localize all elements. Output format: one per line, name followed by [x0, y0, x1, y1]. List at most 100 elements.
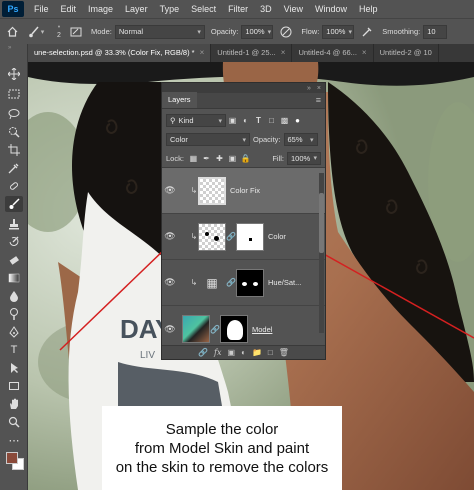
brush-panel-icon[interactable] — [69, 25, 83, 39]
mask-link-icon[interactable]: 🔗 — [226, 278, 236, 287]
quick-selection-tool-icon[interactable] — [5, 124, 23, 140]
lock-all-icon[interactable]: 🔒 — [239, 152, 252, 165]
eraser-tool-icon[interactable] — [5, 252, 23, 268]
healing-brush-tool-icon[interactable] — [5, 178, 23, 194]
new-group-icon[interactable]: 📁 — [252, 348, 262, 357]
airbrush-icon[interactable] — [360, 25, 374, 39]
opacity-field[interactable]: 100% — [241, 24, 274, 39]
filter-kind-dropdown[interactable]: ⚲ Kind — [166, 114, 226, 127]
flow-field[interactable]: 100% — [322, 24, 355, 39]
layer-hue-saturation[interactable]: 👁 ↳ ▦ 🔗 Hue/Sat... — [162, 260, 325, 306]
filter-toggle-icon[interactable]: ● — [291, 114, 304, 127]
menu-view[interactable]: View — [278, 0, 309, 18]
layer-style-icon[interactable]: fx — [214, 348, 221, 357]
menu-type[interactable]: Type — [154, 0, 186, 18]
layer-opacity-field[interactable]: 65% — [283, 133, 318, 146]
mode-dropdown[interactable]: Normal — [114, 24, 205, 39]
brush-preset-icon[interactable]: ▾ — [23, 25, 49, 39]
visibility-eye-icon[interactable]: 👁 — [162, 324, 178, 335]
tab-layers[interactable]: Layers — [162, 92, 197, 108]
filter-shape-icon[interactable]: □ — [265, 114, 278, 127]
tab-untitled-4[interactable]: Untitled-4 @ 66... × — [292, 44, 374, 62]
layer-mask-thumbnail[interactable] — [236, 268, 264, 297]
menu-window[interactable]: Window — [309, 0, 353, 18]
layer-mask-thumbnail[interactable] — [236, 222, 264, 251]
close-panel-icon[interactable]: × — [317, 85, 321, 92]
tab-untitled-2[interactable]: Untitled-2 @ 10 — [374, 44, 439, 62]
lock-position-icon[interactable]: ✚ — [213, 152, 226, 165]
lasso-tool-icon[interactable] — [5, 106, 23, 122]
menu-layer[interactable]: Layer — [119, 0, 154, 18]
filter-pixel-icon[interactable]: ▣ — [226, 114, 239, 127]
close-tab-icon[interactable]: × — [281, 44, 286, 62]
layer-name[interactable]: Model — [252, 325, 272, 334]
layer-color[interactable]: 👁 ↳ 🔗 Color — [162, 214, 325, 260]
layer-mask-thumbnail[interactable] — [220, 315, 248, 343]
mask-link-icon[interactable]: 🔗 — [210, 325, 220, 334]
add-mask-icon[interactable]: ▣ — [228, 348, 236, 357]
dodge-tool-icon[interactable] — [5, 306, 23, 322]
clipping-arrow-icon: ↳ — [190, 232, 198, 241]
gradient-tool-icon[interactable] — [5, 270, 23, 286]
lock-artboard-icon[interactable]: ▣ — [226, 152, 239, 165]
menu-help[interactable]: Help — [353, 0, 384, 18]
smoothing-field[interactable]: 10 — [423, 24, 448, 39]
blend-mode-dropdown[interactable]: Color — [166, 133, 250, 146]
zoom-tool-icon[interactable] — [5, 414, 23, 430]
smoothing-label: Smoothing: — [382, 27, 421, 36]
hand-tool-icon[interactable] — [5, 396, 23, 412]
crop-tool-icon[interactable] — [5, 142, 23, 158]
lock-pixels-icon[interactable]: ✒ — [200, 152, 213, 165]
toolbox-collapse-icon[interactable]: » — [8, 45, 20, 51]
menu-filter[interactable]: Filter — [222, 0, 254, 18]
history-brush-tool-icon[interactable] — [5, 234, 23, 250]
tab-untitled-1[interactable]: Untitled-1 @ 25... × — [211, 44, 293, 62]
new-adjustment-layer-icon[interactable]: ◐ — [241, 348, 246, 357]
marquee-tool-icon[interactable] — [5, 86, 23, 102]
home-icon[interactable] — [5, 25, 19, 39]
layer-color-fix[interactable]: 👁 ↳ Color Fix — [162, 168, 325, 214]
menu-edit[interactable]: Edit — [55, 0, 83, 18]
brush-tool-icon[interactable] — [5, 196, 23, 212]
menu-3d[interactable]: 3D — [254, 0, 278, 18]
layer-name[interactable]: Hue/Sat... — [268, 278, 301, 287]
foreground-color-swatch[interactable] — [6, 452, 18, 464]
layers-scrollbar[interactable] — [319, 173, 324, 333]
menu-file[interactable]: File — [28, 0, 55, 18]
photoshop-logo[interactable]: Ps — [2, 1, 24, 17]
delete-layer-icon[interactable]: 🗑 — [279, 348, 289, 357]
lock-transparency-icon[interactable]: ▦ — [187, 152, 200, 165]
visibility-eye-icon[interactable]: 👁 — [162, 231, 178, 242]
visibility-eye-icon[interactable]: 👁 — [162, 185, 178, 196]
type-tool-icon[interactable]: T — [5, 342, 23, 358]
pen-tool-icon[interactable] — [5, 324, 23, 340]
pressure-opacity-icon[interactable] — [279, 25, 293, 39]
rectangle-tool-icon[interactable] — [5, 378, 23, 394]
visibility-eye-icon[interactable]: 👁 — [162, 277, 178, 288]
layer-name[interactable]: Color — [268, 232, 286, 241]
menu-select[interactable]: Select — [185, 0, 222, 18]
clone-stamp-tool-icon[interactable] — [5, 216, 23, 232]
close-tab-icon[interactable]: × — [200, 44, 205, 62]
tab-une-selection[interactable]: une-selection.psd @ 33.3% (Color Fix, RG… — [28, 44, 212, 62]
path-selection-tool-icon[interactable] — [5, 360, 23, 376]
filter-adjustment-icon[interactable]: ◐ — [239, 114, 252, 127]
new-layer-icon[interactable]: □ — [268, 348, 273, 357]
layer-name[interactable]: Color Fix — [230, 186, 260, 195]
menu-image[interactable]: Image — [82, 0, 119, 18]
blur-tool-icon[interactable] — [5, 288, 23, 304]
fill-field[interactable]: 100% — [287, 151, 321, 165]
layer-thumbnail — [182, 315, 210, 343]
collapse-panel-icon[interactable]: » — [307, 85, 311, 92]
filter-type-icon[interactable]: T — [252, 114, 265, 127]
move-tool-icon[interactable] — [5, 66, 23, 82]
panel-menu-icon[interactable]: ≡ — [316, 95, 321, 105]
more-tools-icon[interactable]: ⋯ — [5, 432, 23, 448]
close-tab-icon[interactable]: × — [362, 44, 367, 62]
brush-size[interactable]: • 2 — [51, 24, 67, 40]
filter-smart-object-icon[interactable]: ▩ — [278, 114, 291, 127]
mask-link-icon[interactable]: 🔗 — [226, 232, 236, 241]
scrollbar-thumb[interactable] — [319, 193, 324, 253]
link-layers-icon[interactable]: 🔗 — [198, 348, 208, 357]
eyedropper-tool-icon[interactable] — [5, 160, 23, 176]
